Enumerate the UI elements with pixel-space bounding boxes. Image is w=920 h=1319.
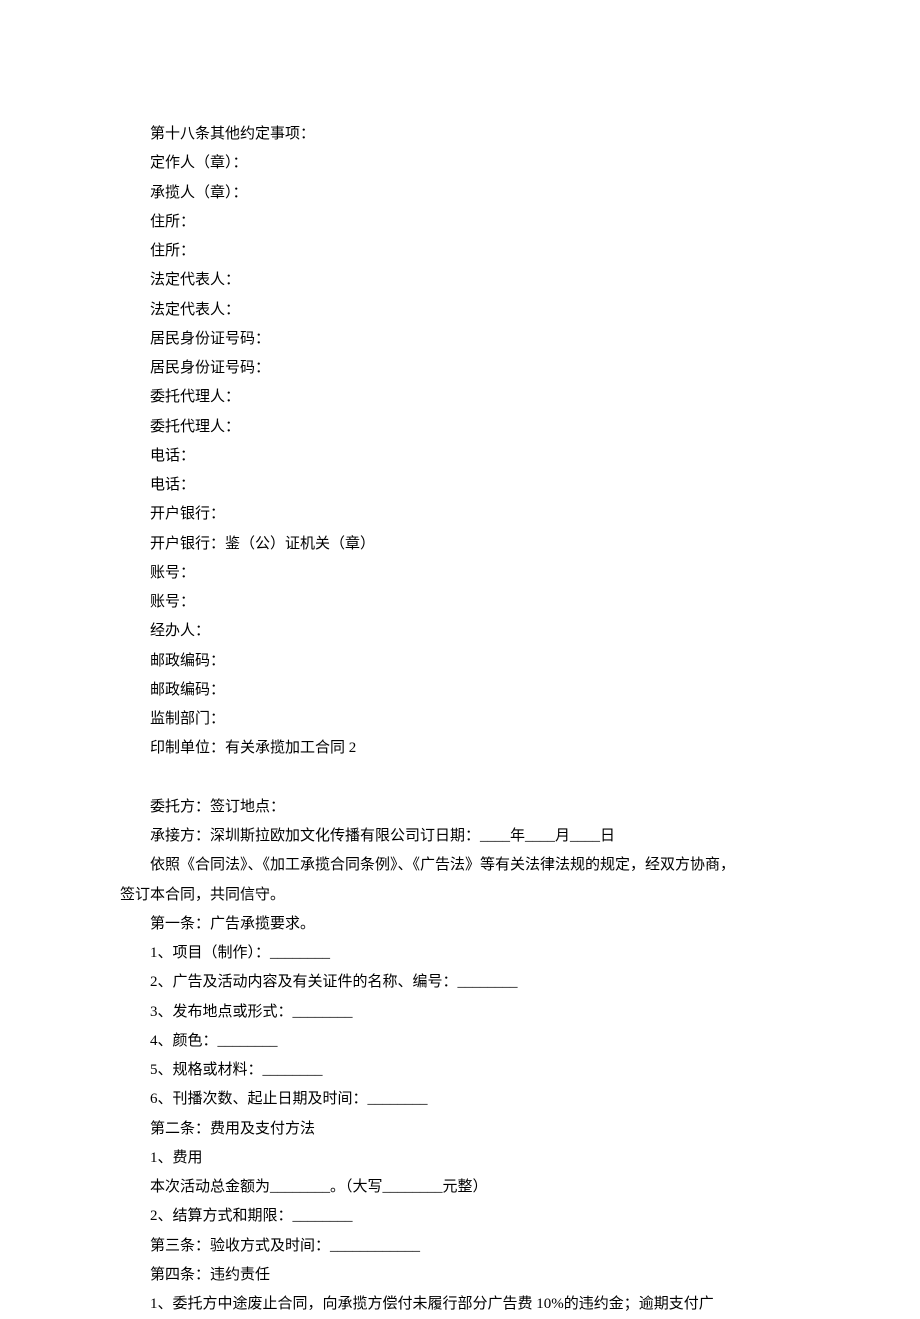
- contract-line: 3、发布地点或形式：________: [120, 998, 800, 1027]
- contract-line: 第四条：违约责任: [120, 1261, 800, 1290]
- contract-line: 账号：: [120, 588, 800, 617]
- contract-line: 4、颜色：________: [120, 1027, 800, 1056]
- contract-line: 印制单位：有关承揽加工合同 2: [120, 734, 800, 763]
- contract-line: 居民身份证号码：: [120, 354, 800, 383]
- contract-line: 5、规格或材料：________: [120, 1056, 800, 1085]
- contract-line: 法定代表人：: [120, 266, 800, 295]
- contract-line: 本次活动总金额为________。（大写________元整）: [120, 1173, 800, 1202]
- contract-line: 法定代表人：: [120, 296, 800, 325]
- contract-line: 1、费用: [120, 1144, 800, 1173]
- contract-line: 开户银行：: [120, 500, 800, 529]
- contract-line: 委托方：签订地点：: [120, 793, 800, 822]
- contract-line: 邮政编码：: [120, 676, 800, 705]
- contract-line: 第三条：验收方式及时间：____________: [120, 1232, 800, 1261]
- contract-line: 承接方：深圳斯拉欧加文化传播有限公司订日期：____年____月____日: [120, 822, 800, 851]
- contract-line: 邮政编码：: [120, 647, 800, 676]
- paragraph-gap: [120, 764, 800, 793]
- contract-line: 监制部门：: [120, 705, 800, 734]
- contract-line: 承揽人（章）：: [120, 179, 800, 208]
- contract-line: 账号：: [120, 559, 800, 588]
- contract-line: 电话：: [120, 471, 800, 500]
- contract-line: 第十八条其他约定事项：: [120, 120, 800, 149]
- contract-line: 定作人（章）：: [120, 149, 800, 178]
- contract-line-wrapped: 签订本合同，共同信守。: [120, 881, 800, 910]
- contract-line: 委托代理人：: [120, 383, 800, 412]
- contract-line: 1、项目（制作）：________: [120, 939, 800, 968]
- contract-line: 2、结算方式和期限：________: [120, 1202, 800, 1231]
- contract-line: 电话：: [120, 442, 800, 471]
- contract-line: 经办人：: [120, 617, 800, 646]
- contract-line: 第一条：广告承揽要求。: [120, 910, 800, 939]
- contract-line: 居民身份证号码：: [120, 325, 800, 354]
- contract-line: 1、委托方中途废止合同，向承揽方偿付未履行部分广告费 10%的违约金；逾期支付广: [120, 1290, 800, 1319]
- contract-line: 第二条：费用及支付方法: [120, 1115, 800, 1144]
- contract-line: 2、广告及活动内容及有关证件的名称、编号：________: [120, 968, 800, 997]
- contract-line: 委托代理人：: [120, 413, 800, 442]
- contract-line: 6、刊播次数、起止日期及时间：________: [120, 1085, 800, 1114]
- contract-line: 住所：: [120, 208, 800, 237]
- contract-line: 住所：: [120, 237, 800, 266]
- contract-line: 依照《合同法》、《加工承揽合同条例》、《广告法》等有关法律法规的规定，经双方协商…: [120, 851, 800, 880]
- contract-line: 开户银行：鉴（公）证机关（章）: [120, 530, 800, 559]
